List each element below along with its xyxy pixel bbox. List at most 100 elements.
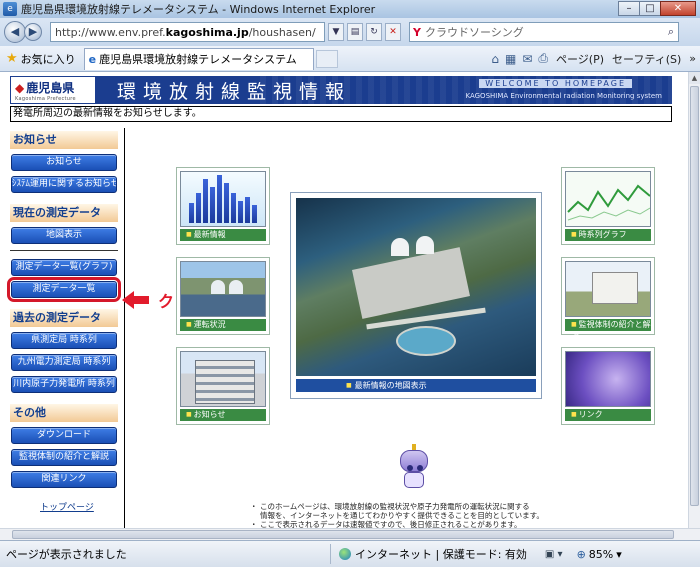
mascot-robot-icon [394,444,434,494]
tile-timeseries-caption: 時系列グラフ [565,229,651,241]
status-icons: ▣ ▾ [545,549,563,560]
tile-operation-caption: 運転状況 [180,319,266,331]
more-commands-chevron[interactable]: » [689,52,696,65]
news-button[interactable]: お知らせ [11,154,117,171]
data-list-graph-button[interactable]: 測定データ一覧(グラフ) [11,259,117,276]
banner-english-text: KAGOSHIMA Environmental radiation Monito… [465,92,663,100]
vertical-scrollbar[interactable]: ▲ [688,72,700,528]
zoom-level: 85% [588,547,614,561]
news-building-image [180,351,266,407]
zoom-magnifier-icon: ⊕ [576,547,586,561]
feeds-icon[interactable]: ▦ [505,52,516,66]
close-button[interactable]: ✕ [660,1,696,16]
command-bar: ★ お気に入り e 鹿児島県環境放射線テレメータシステム ⌂ ▦ ✉ ⎙ ページ… [0,46,700,72]
refresh-icon[interactable]: ↻ [366,23,382,41]
note-line-1a: このホームページは、環境放射線の監視状況や原子力発電所の運転状況に関する [260,502,530,511]
tile-latest-caption: 最新情報 [180,229,266,241]
search-field[interactable]: Y クラウドソーシング ⌕ [409,22,679,42]
zoom-dropdown-icon[interactable]: ▾ [616,548,622,561]
search-placeholder: クラウドソーシング [424,26,524,39]
vertical-scroll-thumb[interactable] [690,86,699,506]
timeseries-graph-image [565,171,651,227]
left-navigation: お知らせ お知らせ ｼｽﾃﾑ運用に関するお知らせ 現在の測定データ 地図表示 測… [7,128,125,528]
data-list-button[interactable]: 測定データ一覧 [7,277,121,302]
note-bullet-1: ・ [250,502,258,511]
scroll-up-icon[interactable]: ▲ [689,72,700,84]
internet-globe-icon [339,548,351,560]
address-dropdown-icon[interactable]: ▼ [328,23,344,41]
tile-link-caption: リンク [565,409,651,421]
note-line-2: ここで表示されるデータは速報値ですので、後日修正されることがあります。 [260,520,522,528]
zoom-control[interactable]: ⊕ 85% ▾ [577,548,622,561]
related-links-button[interactable]: 関連リンク [11,471,117,488]
annotation-arrow-icon [122,291,152,309]
url-prefix: http://www.env.pref. [55,25,166,39]
tile-news[interactable]: お知らせ [176,347,270,425]
tile-map-latest-caption: 最新情報の地図表示 [296,379,536,392]
search-icon[interactable]: ⌕ [668,25,674,39]
home-icon[interactable]: ⌂ [491,52,499,66]
security-zone[interactable]: インターネット | 保護モード: 有効 [330,544,527,564]
note-line-1b: 情報を、インターネットを通じてわかりやすく提供できることを目的としています。 [260,511,544,520]
prefecture-emblem-icon: ◆ [15,80,25,95]
pref-timeseries-button[interactable]: 県測定局 時系列 [11,332,117,349]
sendai-timeseries-button[interactable]: 川内原子力発電所 時系列 [11,376,117,393]
download-button[interactable]: ダウンロード [11,427,117,444]
forward-button[interactable]: ▶ [24,23,42,41]
section-current-heading: 現在の測定データ [10,204,118,222]
print-icon[interactable]: ⎙ [538,51,548,66]
tile-monitoring-caption: 監視体制の紹介と解説 [565,319,651,341]
latest-bar-image [180,171,266,227]
system-news-button[interactable]: ｼｽﾃﾑ運用に関するお知らせ [11,176,117,193]
horizontal-scroll-thumb[interactable] [12,530,674,539]
favorites-button[interactable]: ★ お気に入り [0,48,82,70]
logo-text: 鹿児島県 [26,80,75,95]
browser-tab[interactable]: e 鹿児島県環境放射線テレメータシステム [83,47,314,70]
nav-divider [10,250,118,251]
safety-menu[interactable]: セーフティ(S) [612,51,681,67]
yahoo-search-icon: Y [413,25,421,39]
page-content: ◆ 鹿児島県 Kagoshima Prefecture 環境放射線監視情報 WEL… [0,72,688,528]
favorites-star-icon: ★ [6,51,18,66]
title-bar: e 鹿児島県環境放射線テレメータシステム - Windows Internet … [0,0,700,18]
section-past-heading: 過去の測定データ [10,309,118,327]
top-page-link[interactable]: トップページ [40,500,124,513]
link-globe-image [565,351,651,407]
operation-plant-image [180,261,266,317]
prefecture-logo[interactable]: ◆ 鹿児島県 Kagoshima Prefecture [11,77,95,103]
ie-app-icon: e [3,2,17,16]
tile-link[interactable]: リンク [561,347,655,425]
section-news-heading: お知らせ [10,131,118,149]
maximize-button[interactable]: □ [639,1,661,16]
window-title: 鹿児島県環境放射線テレメータシステム - Windows Internet Ex… [21,3,376,16]
tile-monitoring[interactable]: 監視体制の紹介と解説 [561,257,655,341]
new-tab-button[interactable] [315,49,338,68]
tile-map-latest[interactable]: 最新情報の地図表示 [290,192,542,399]
tile-latest[interactable]: 最新情報 [176,167,270,245]
minimize-button[interactable]: – [618,1,640,16]
welcome-text: WELCOME TO HOMEPAGE [479,79,632,88]
horizontal-scrollbar[interactable] [0,528,700,540]
status-text: ページが表示されました [6,548,127,561]
monitoring-system-button[interactable]: 監視体制の紹介と解説 [11,449,117,466]
page-menu[interactable]: ページ(P) [556,51,604,67]
kyuden-timeseries-button[interactable]: 九州電力測定局 時系列 [11,354,117,371]
address-field[interactable]: http://www.env.pref. kagoshima.jp/houshas… [50,22,325,42]
compatibility-icon[interactable]: ▤ [347,23,363,41]
stop-icon[interactable]: ✕ [385,23,401,41]
status-bar: ページが表示されました インターネット | 保護モード: 有効 ▣ ▾ ⊕ 85… [0,540,700,567]
map-view-button[interactable]: 地図表示 [11,227,117,244]
tile-operation[interactable]: 運転状況 [176,257,270,335]
note-bullet-2: ・ [250,520,258,528]
tab-title: 鹿児島県環境放射線テレメータシステム [99,53,297,66]
popup-settings-icon[interactable]: ▣ ▾ [545,549,563,560]
mail-icon[interactable]: ✉ [522,52,532,66]
power-plant-aerial-image [296,198,536,376]
address-toolbar: ◀ ▶ http://www.env.pref. kagoshima.jp/hou… [0,18,700,46]
site-banner: ◆ 鹿児島県 Kagoshima Prefecture 環境放射線監視情報 WEL… [10,76,672,104]
notice-bar: 発電所周辺の最新情報をお知らせします。 [10,106,672,122]
back-button[interactable]: ◀ [4,21,26,43]
monitoring-station-image [565,261,651,317]
footer-notes: ・このホームページは、環境放射線の監視状況や原子力発電所の運転状況に関する 情報… [250,502,580,528]
tile-timeseries[interactable]: 時系列グラフ [561,167,655,245]
